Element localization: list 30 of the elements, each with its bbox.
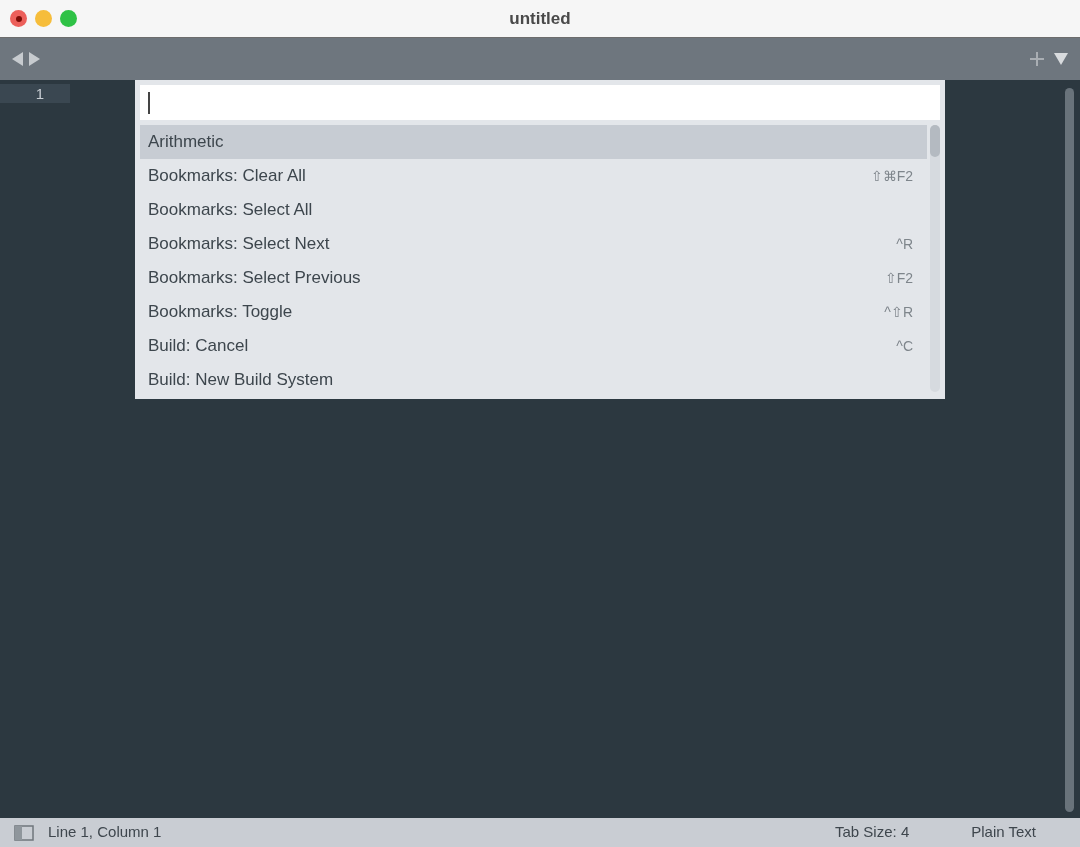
plus-icon[interactable] [1030,52,1044,66]
shortcut-label: ^⇧R [884,302,914,322]
command-item[interactable]: Bookmarks: Toggle ^⇧R [140,295,927,329]
close-button[interactable] [10,10,27,27]
search-field[interactable] [140,85,940,120]
zoom-button[interactable] [60,10,77,27]
syntax-selector[interactable]: Plain Text [971,821,1036,844]
palette-scrollbar[interactable] [930,125,940,157]
shortcut-label: ^C [896,336,914,356]
shortcut-label: ⇧⌘F2 [870,166,914,186]
back-icon[interactable] [12,52,23,66]
command-item[interactable]: Bookmarks: Select Previous ⇧F2 [140,261,927,295]
cursor-position: Line 1, Column 1 [48,822,162,843]
command-item[interactable]: Bookmarks: Select Next ^R [140,227,927,261]
command-item[interactable]: Build: New Build System [140,363,927,397]
scrollbar[interactable] [1065,88,1074,812]
shortcut-label: ⇧F2 [884,268,914,288]
forward-icon[interactable] [29,52,40,66]
command-item[interactable]: Bookmarks: Clear All ⇧⌘F2 [140,159,927,193]
command-item[interactable]: Arithmetic [140,125,927,159]
command-item[interactable]: Bookmarks: Select All [140,193,927,227]
line-number: 1 [0,84,70,103]
window-title: untitled [509,7,571,30]
dropdown-icon[interactable] [1054,53,1068,65]
sidebar-icon[interactable] [14,824,34,841]
tab-size-selector[interactable]: Tab Size: 4 [835,821,910,844]
text-cursor [148,91,150,114]
minimize-button[interactable] [35,10,52,27]
command-item[interactable]: Build: Cancel ^C [140,329,927,363]
shortcut-label: ^R [896,234,914,254]
